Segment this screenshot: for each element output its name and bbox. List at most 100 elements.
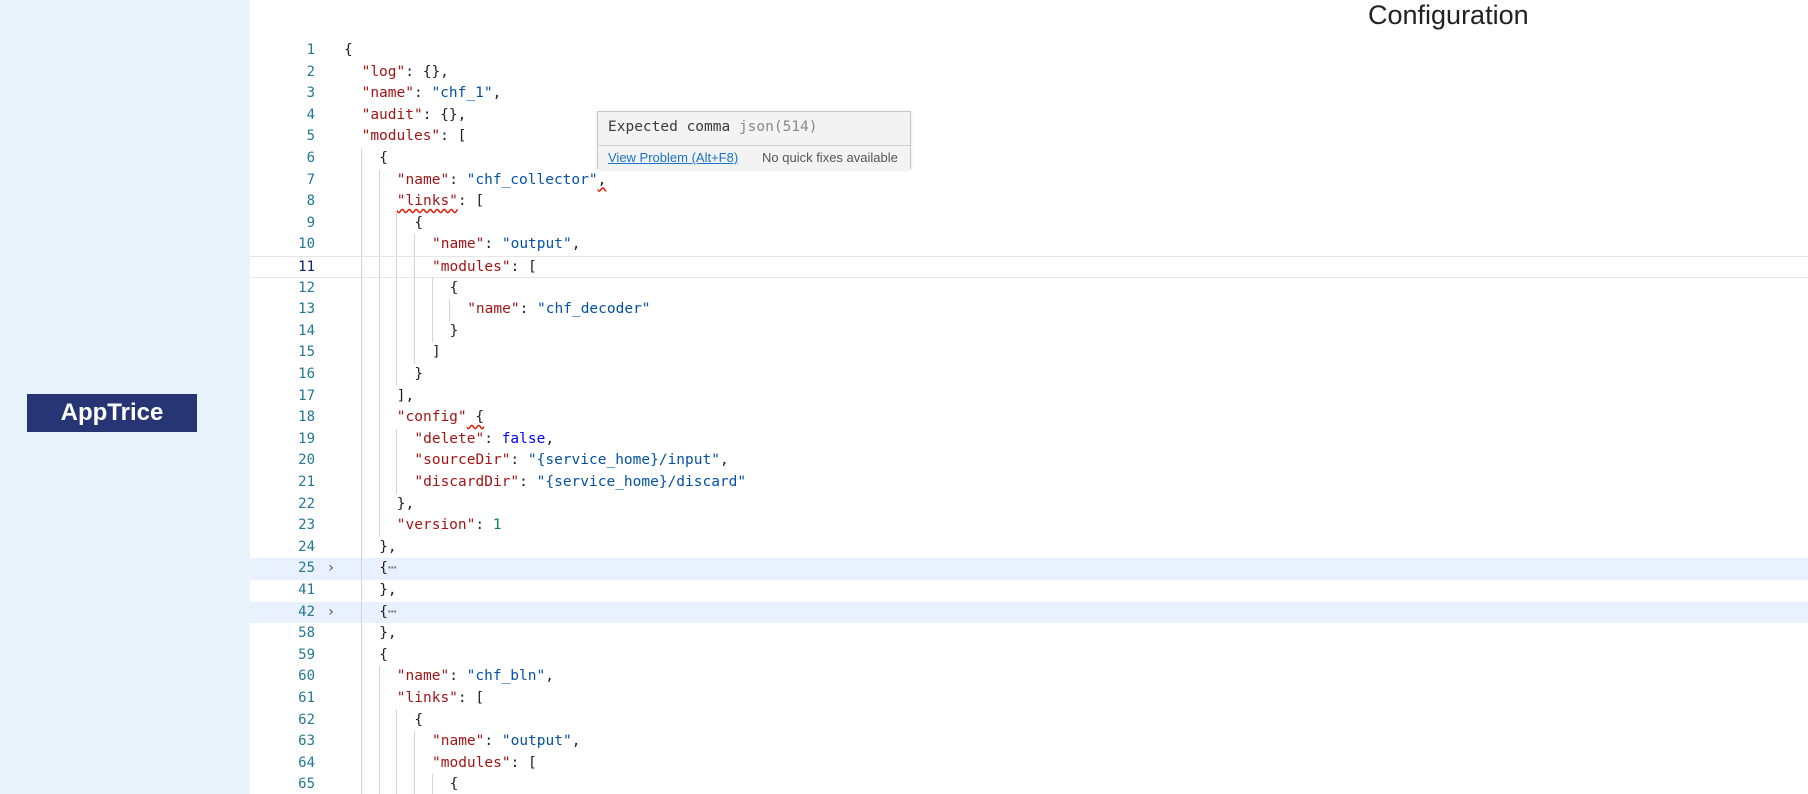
indent-guide	[361, 493, 363, 516]
code-text: ],	[397, 386, 414, 408]
code-token: "{service_home}/input"	[527, 452, 720, 469]
code-line[interactable]: 22},	[250, 493, 1808, 516]
code-line[interactable]: 15]	[250, 342, 1808, 364]
indent-guide	[413, 774, 415, 794]
indent-guide	[449, 299, 451, 321]
code-line[interactable]: 64 "modules": [	[250, 752, 1808, 775]
code-line[interactable]: 8 "links": [	[250, 191, 1808, 213]
code-token: :	[449, 668, 467, 685]
code-token: "delete"	[414, 430, 485, 447]
code-token: :	[484, 733, 502, 750]
code-line[interactable]: 13 "name": "chf_decoder"	[250, 299, 1808, 321]
code-line[interactable]: 21 "discardDir": "{service_home}/discard"	[250, 472, 1808, 494]
code-line[interactable]: 2 "log": {},	[250, 62, 1808, 84]
line-number: 21	[298, 474, 315, 490]
code-line[interactable]: 7 "name": "chf_collector",	[250, 169, 1808, 192]
line-number: 17	[298, 387, 315, 404]
json-code-editor[interactable]: 1{2 "log": {}, 3 "name": "chf_1", 4 "audit": …	[250, 40, 1808, 794]
code-line[interactable]: 5 "modules": [	[250, 126, 1808, 148]
line-number: 13	[298, 301, 315, 318]
code-token: {	[344, 42, 353, 58]
code-text: "links": [	[397, 688, 484, 710]
code-line[interactable]: 58},	[250, 623, 1808, 645]
indent-guide	[413, 320, 415, 343]
indent-guide	[361, 364, 363, 386]
code-line[interactable]: 17],	[250, 385, 1808, 408]
code-text: {	[379, 645, 388, 667]
code-token: "modules"	[432, 259, 511, 275]
code-line[interactable]: 14}	[250, 320, 1808, 343]
code-line[interactable]: 23 "version": 1	[250, 515, 1808, 537]
code-line[interactable]: 65 {	[250, 774, 1808, 794]
indent-guide	[378, 688, 380, 710]
code-text: "modules": [	[432, 753, 537, 775]
indent-guide	[378, 752, 380, 775]
code-token: },	[379, 582, 397, 598]
indent-guide	[361, 774, 363, 794]
indent-guide	[378, 169, 380, 192]
indent-guide	[361, 580, 363, 602]
code-line[interactable]: 19 "delete": false,	[250, 428, 1808, 451]
code-line[interactable]: 59 {	[250, 644, 1808, 667]
code-text: "name": "chf_bln",	[397, 666, 554, 688]
fold-chevron-icon[interactable]: ›	[324, 558, 338, 580]
code-line[interactable]: 60 "name": "chf_bln",	[250, 666, 1808, 688]
indent-guide	[361, 299, 363, 321]
code-line[interactable]: 9{	[250, 212, 1808, 235]
indent-guide	[396, 364, 398, 386]
code-text: {	[450, 774, 459, 794]
code-text: {⋯	[379, 602, 396, 624]
indent-guide	[378, 428, 380, 451]
line-number: 23	[298, 517, 315, 534]
indent-guide	[361, 385, 363, 408]
code-line[interactable]: 61 "links": [	[250, 688, 1808, 710]
indent-guide	[378, 320, 380, 343]
code-text: },	[379, 580, 396, 602]
code-token: "config"	[396, 409, 467, 426]
code-line[interactable]: 41},	[250, 580, 1808, 602]
code-line[interactable]: 24},	[250, 536, 1808, 559]
line-number: 24	[298, 538, 315, 555]
code-text: "delete": false,	[414, 429, 554, 451]
indent-guide	[361, 257, 363, 279]
code-token: false	[501, 430, 546, 447]
view-problem-link[interactable]: View Problem (Alt+F8)	[608, 150, 738, 165]
code-line[interactable]: 10 "name": "output",	[250, 234, 1808, 256]
code-token: "sourceDir"	[414, 452, 511, 469]
code-token: "links"	[396, 193, 458, 210]
line-number: 10	[298, 236, 315, 253]
code-token: :	[475, 517, 493, 534]
indent-guide	[413, 752, 415, 775]
code-line[interactable]: 11 "modules": [	[250, 256, 1808, 279]
indent-guide	[361, 320, 363, 343]
code-token: ,	[719, 452, 729, 469]
code-token: "audit"	[361, 106, 423, 123]
code-text: }	[414, 364, 423, 386]
indent-guide	[361, 752, 363, 775]
indent-guide	[378, 342, 380, 364]
code-line[interactable]: 12 {	[250, 277, 1808, 300]
code-line[interactable]: 16}	[250, 364, 1808, 386]
code-line[interactable]: 63 "name": "output",	[250, 731, 1808, 753]
code-token: :	[510, 452, 528, 469]
code-line[interactable]: 6{	[250, 148, 1808, 170]
code-line[interactable]: 3 "name": "chf_1",	[250, 83, 1808, 105]
code-text: "name": "output",	[432, 731, 580, 753]
error-message: Expected comma json(514)	[608, 119, 818, 135]
code-line[interactable]: 4 "audit": {},	[250, 105, 1808, 127]
code-line[interactable]: 1{	[250, 40, 1808, 62]
app-logo[interactable]: AppTrice	[27, 394, 197, 432]
code-token: : [	[510, 754, 537, 771]
code-line[interactable]: 20 "sourceDir": "{service_home}/input",	[250, 450, 1808, 472]
code-text: ]	[432, 342, 441, 364]
code-line[interactable]: 62 {	[250, 709, 1808, 732]
code-text: {	[414, 710, 423, 732]
code-token: "chf_collector"	[466, 171, 598, 188]
code-line[interactable]: 42 › {⋯	[250, 601, 1808, 624]
indent-guide	[361, 601, 363, 624]
indent-guide	[396, 709, 398, 732]
fold-chevron-icon[interactable]: ›	[324, 602, 338, 624]
code-text: },	[379, 537, 396, 559]
code-line[interactable]: 25 › {⋯	[250, 558, 1808, 580]
code-line[interactable]: 18 "config" {	[250, 407, 1808, 429]
